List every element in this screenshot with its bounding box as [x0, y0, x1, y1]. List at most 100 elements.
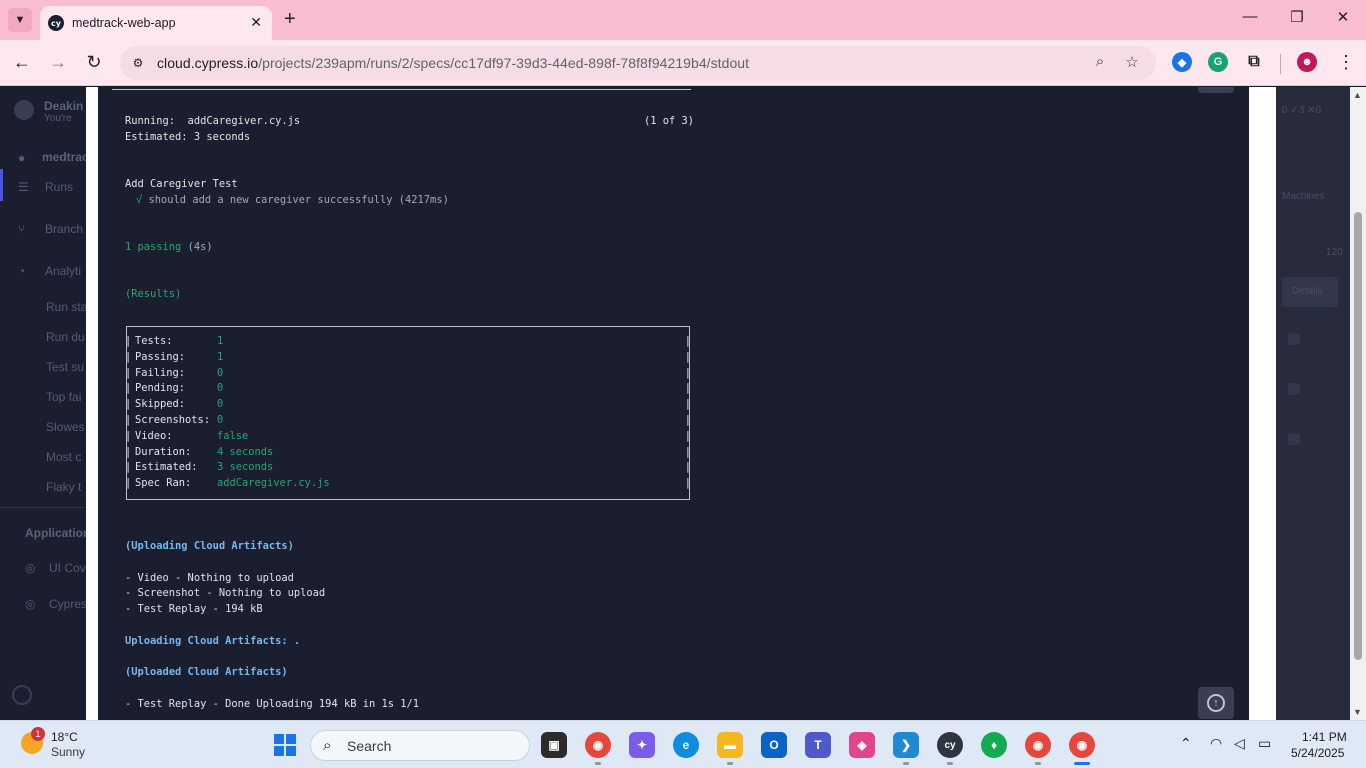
running-indicator: [947, 762, 953, 765]
grammarly-icon[interactable]: G: [1208, 52, 1228, 72]
table-border: |: [125, 477, 132, 490]
taskbar-search[interactable]: ⌕ Search: [310, 730, 530, 761]
weather-temperature[interactable]: 18°C: [51, 730, 78, 744]
sidebar-item-cypress-accessibility[interactable]: Cypres: [49, 597, 86, 611]
sidebar-item-most-common[interactable]: Most c: [46, 450, 81, 464]
clock-time[interactable]: 1:41 PM: [1302, 730, 1347, 744]
result-label: Failing:: [135, 366, 186, 379]
sidebar-item-top-failures[interactable]: Top fai: [46, 390, 81, 404]
org-avatar[interactable]: [14, 100, 34, 120]
browser-tab[interactable]: cy medtrack-web-app ✕: [40, 6, 272, 40]
clock-date[interactable]: 5/24/2025: [1291, 746, 1344, 760]
stdout-modal: Running: addCaregiver.cy.js (1 of 3) Est…: [86, 87, 1276, 720]
weather-condition[interactable]: Sunny: [51, 745, 85, 759]
bookmark-star-icon[interactable]: ☆: [1122, 53, 1142, 71]
back-button[interactable]: ←: [10, 52, 34, 73]
sidebar-org-name[interactable]: Deakin: [44, 99, 83, 113]
back-arrow-icon: ←: [13, 52, 31, 72]
url-host: cloud.cypress.io: [157, 55, 259, 71]
screenshot-icon: [1288, 433, 1300, 445]
machines-label[interactable]: Machines: [1282, 191, 1325, 202]
tab-search-button[interactable]: ▼: [8, 8, 32, 32]
cypress-cloud-app: Deakin You're ● medtrack ☰ Runs ⑂ Branch…: [0, 87, 1366, 720]
sidebar-item-slowest[interactable]: Slowes: [46, 420, 85, 434]
scroll-up-arrow-icon[interactable]: ▲: [1353, 90, 1362, 100]
result-value: 1: [217, 350, 224, 363]
page-scrollbar[interactable]: ▲ ▼: [1350, 87, 1366, 720]
extensions-puzzle-icon[interactable]: ⧉: [1244, 52, 1264, 72]
scrollbar-thumb[interactable]: [1354, 212, 1362, 660]
cypress-logo-icon: [12, 685, 32, 705]
chevron-up-icon[interactable]: ⌃: [1180, 735, 1192, 752]
chrome-icon[interactable]: ◉: [1025, 732, 1051, 758]
outlook-icon[interactable]: O: [761, 732, 787, 758]
cypress-icon[interactable]: cy: [937, 732, 963, 758]
search-icon: ⌕: [323, 737, 332, 754]
results-heading: (Results): [125, 288, 182, 300]
table-border: |: [125, 350, 132, 363]
photos-icon[interactable]: ◈: [849, 732, 875, 758]
url-path: /projects/239apm/runs/2/specs/cc17df97-3…: [258, 55, 750, 71]
wifi-icon[interactable]: ◠: [1210, 735, 1222, 752]
scroll-down-arrow-icon[interactable]: ▼: [1353, 707, 1362, 717]
site-info-icon[interactable]: ⚙: [128, 53, 148, 73]
sidebar-item-flaky[interactable]: Flaky t: [46, 480, 81, 494]
edge-icon[interactable]: e: [673, 732, 699, 758]
new-tab-button[interactable]: +: [284, 9, 296, 29]
estimated-line: Estimated: 3 seconds: [125, 131, 251, 143]
vscode-icon[interactable]: ❯: [893, 732, 919, 758]
kebab-menu-icon[interactable]: ⋮: [1334, 52, 1358, 73]
url-text[interactable]: cloud.cypress.io/projects/239apm/runs/2/…: [157, 55, 749, 71]
chevron-down-icon: ▼: [14, 14, 26, 26]
check-icon: √: [136, 194, 143, 206]
chrome-profile-icon[interactable]: ◉: [585, 732, 611, 758]
tab-title: medtrack-web-app: [72, 16, 176, 30]
start-button[interactable]: [274, 734, 296, 756]
sidebar-item-branches[interactable]: Branch: [45, 222, 83, 236]
scroll-to-top-button[interactable]: ↑: [1198, 687, 1234, 719]
maximize-button[interactable]: ❐: [1282, 8, 1312, 26]
sidebar-item-analytics[interactable]: Analyti: [45, 264, 81, 278]
running-indicator: [727, 762, 733, 765]
reload-button[interactable]: ↻: [82, 52, 106, 73]
forward-button[interactable]: →: [46, 52, 70, 73]
volume-icon[interactable]: ◁: [1234, 735, 1245, 752]
analytics-icon: ◔: [18, 264, 26, 278]
close-window-button[interactable]: ✕: [1328, 8, 1358, 26]
result-label: Skipped:: [135, 398, 186, 411]
result-value: 4 seconds: [217, 445, 274, 458]
sidebar-project-name[interactable]: medtrack: [42, 150, 86, 164]
details-button[interactable]: Details: [1282, 277, 1338, 307]
file-explorer-folder-icon[interactable]: ▬: [717, 732, 743, 758]
result-value: 0: [217, 414, 224, 426]
result-label: Video:: [135, 429, 173, 442]
ui-coverage-icon: ◎: [25, 561, 36, 575]
sidebar-item-runs[interactable]: Runs: [45, 180, 73, 194]
table-border: |: [125, 414, 132, 426]
cypress-favicon-icon: cy: [48, 15, 64, 31]
extension-shield-icon[interactable]: ◆: [1172, 52, 1192, 72]
sidebar-item-ui-coverage[interactable]: UI Cov: [49, 561, 86, 575]
sidebar-item-run-status[interactable]: Run sta: [46, 300, 86, 314]
close-tab-icon[interactable]: ✕: [250, 14, 262, 31]
upload-item: - Test Replay - 194 kB: [125, 603, 263, 615]
chrome-active-icon[interactable]: ◉: [1069, 732, 1095, 758]
copilot-icon[interactable]: ✦: [629, 732, 655, 758]
teams-icon[interactable]: T: [805, 732, 831, 758]
running-line: Running: addCaregiver.cy.js: [125, 115, 301, 127]
sidebar-item-run-duration[interactable]: Run du: [46, 330, 85, 344]
profile-avatar[interactable]: ☻: [1297, 52, 1317, 72]
address-bar[interactable]: ⚙ cloud.cypress.io/projects/239apm/runs/…: [120, 46, 1156, 80]
battery-icon[interactable]: ▭: [1258, 735, 1271, 752]
table-border: |: [684, 429, 691, 442]
mongodb-icon[interactable]: ♦: [981, 732, 1007, 758]
zoom-icon[interactable]: ⌕: [1090, 53, 1110, 70]
minimize-button[interactable]: —: [1235, 8, 1265, 25]
toolbar-divider: [1280, 54, 1281, 74]
task-view-icon[interactable]: ▣: [541, 732, 567, 758]
forward-arrow-icon: →: [49, 52, 67, 72]
sidebar-item-test-suite[interactable]: Test su: [46, 360, 84, 374]
table-border: |: [684, 445, 691, 458]
running-indicator: [595, 762, 601, 765]
copy-output-button[interactable]: [1198, 87, 1234, 93]
